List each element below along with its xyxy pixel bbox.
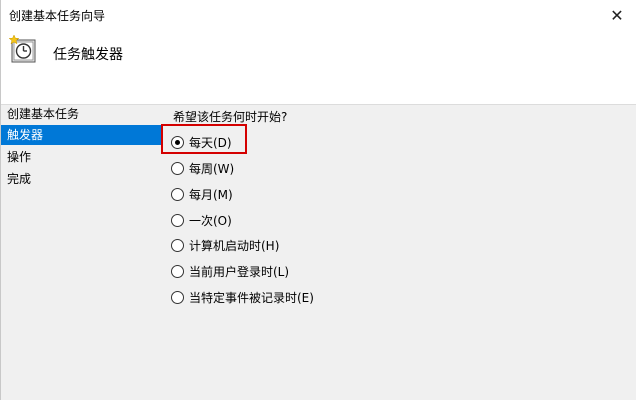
wizard-steps-sidebar: 创建基本任务 触发器 操作 完成 <box>1 104 163 400</box>
sidebar-item-trigger[interactable]: 触发器 <box>1 125 163 145</box>
radio-monthly[interactable] <box>171 187 184 201</box>
option-startup[interactable]: 计算机启动时(H) <box>171 236 279 254</box>
radio-once[interactable] <box>171 213 184 227</box>
radio-startup[interactable] <box>171 238 184 252</box>
option-logon-label: 当前用户登录时(L) <box>189 264 290 279</box>
window-title: 创建基本任务向导 <box>9 9 106 23</box>
option-monthly-label: 每月(M) <box>189 187 233 202</box>
wizard-window: 创建基本任务向导 ✕ 任务触发器 创建基本任务 触发器 操作 完成 希望该任务何… <box>0 0 636 400</box>
option-event[interactable]: 当特定事件被记录时(E) <box>171 288 314 306</box>
question-label: 希望该任务何时开始? <box>173 110 288 124</box>
option-monthly[interactable]: 每月(M) <box>171 185 233 203</box>
sidebar-item-create-task[interactable]: 创建基本任务 <box>1 104 163 124</box>
option-weekly-label: 每周(W) <box>189 161 235 176</box>
radio-event[interactable] <box>171 290 184 304</box>
page-title: 任务触发器 <box>53 47 123 63</box>
task-clock-icon <box>9 34 36 63</box>
option-startup-label: 计算机启动时(H) <box>189 238 280 253</box>
option-logon[interactable]: 当前用户登录时(L) <box>171 262 289 280</box>
radio-weekly[interactable] <box>171 161 184 175</box>
sidebar-item-finish[interactable]: 完成 <box>1 169 163 189</box>
option-event-label: 当特定事件被记录时(E) <box>189 290 314 305</box>
option-weekly[interactable]: 每周(W) <box>171 159 234 177</box>
wizard-header: 任务触发器 <box>1 30 636 104</box>
option-once-label: 一次(O) <box>189 213 232 228</box>
option-once[interactable]: 一次(O) <box>171 211 232 229</box>
sidebar-item-action[interactable]: 操作 <box>1 147 163 167</box>
radio-logon[interactable] <box>171 264 184 278</box>
close-button[interactable]: ✕ <box>597 0 636 30</box>
title-bar: 创建基本任务向导 ✕ <box>1 0 636 30</box>
highlight-annotation-box <box>161 124 247 154</box>
